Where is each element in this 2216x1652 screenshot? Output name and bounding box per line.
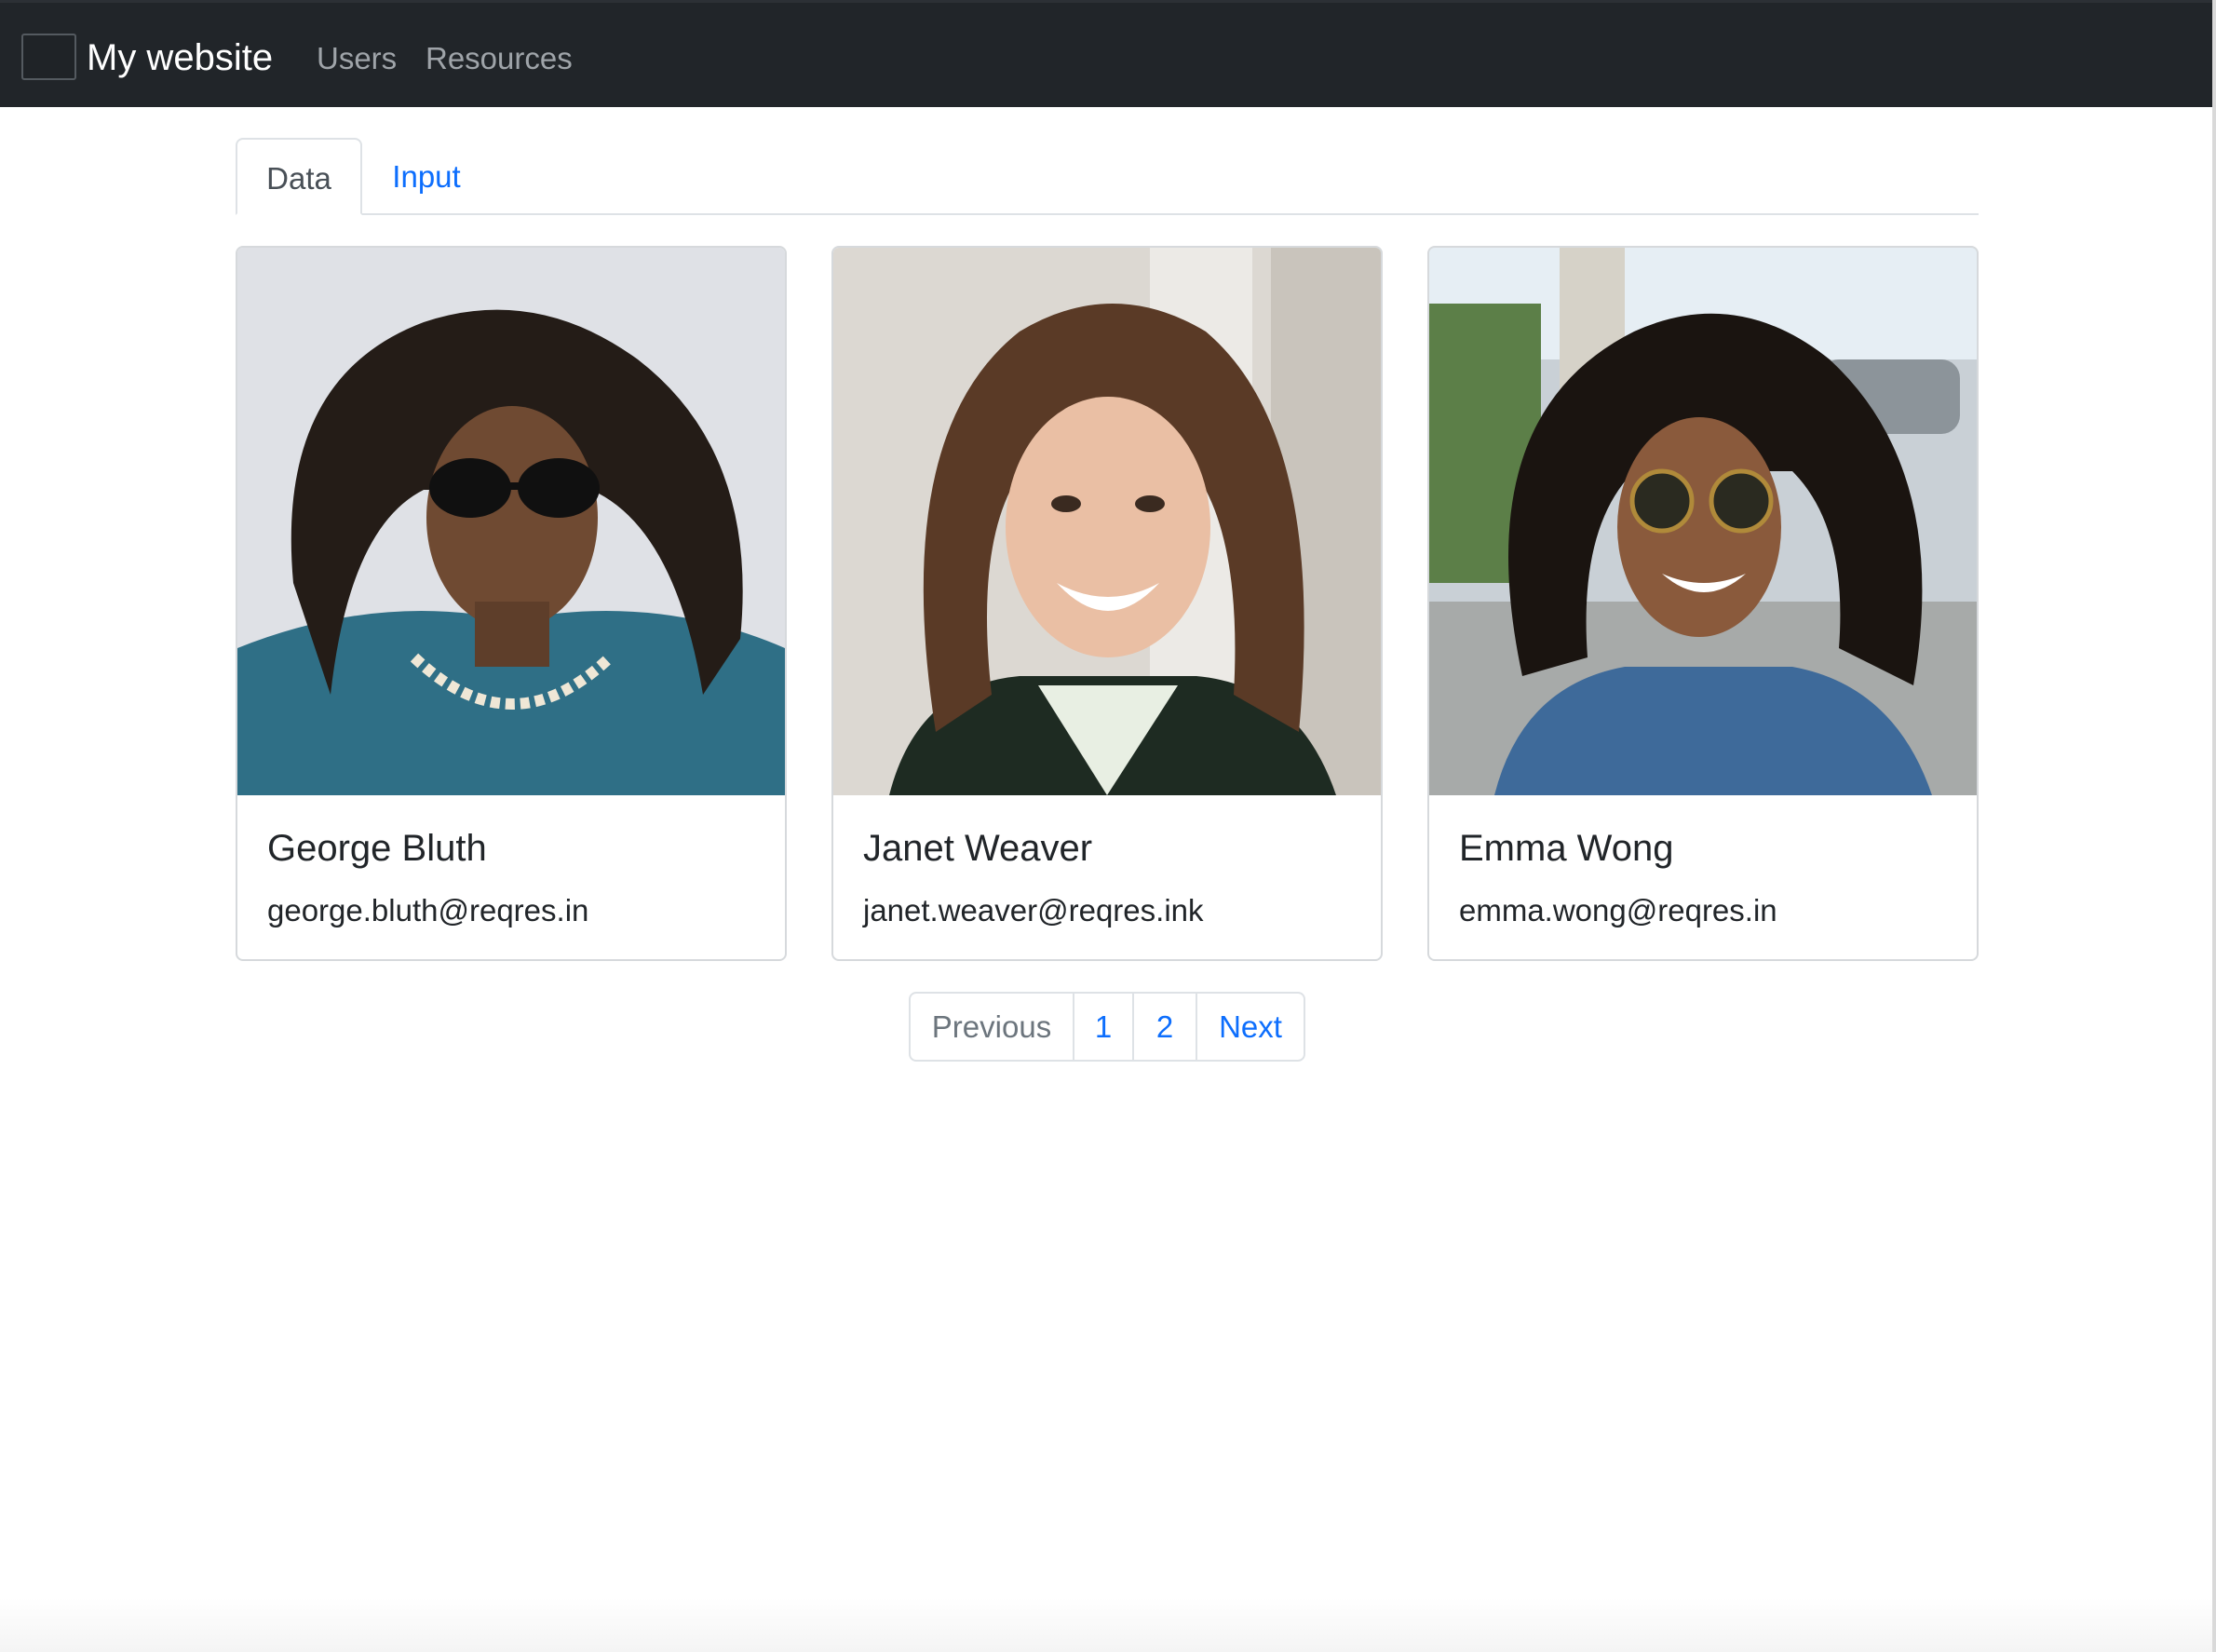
user-card: Janet Weaver janet.weaver@reqres.ink (831, 246, 1383, 961)
user-name: Janet Weaver (863, 828, 1093, 869)
user-photo (833, 248, 1381, 795)
previous-page-button[interactable]: Previous (911, 994, 1073, 1060)
page-2-button[interactable]: 2 (1132, 994, 1196, 1060)
tab-input[interactable]: Input (362, 138, 491, 215)
user-email: emma.wong@reqres.in (1459, 893, 1777, 928)
tab-data[interactable]: Data (236, 138, 362, 215)
user-name: Emma Wong (1459, 828, 1674, 869)
top-navbar: My website Users Resources (0, 0, 2214, 107)
nav-link-resources[interactable]: Resources (426, 38, 573, 79)
user-card: George Bluth george.bluth@reqres.in (236, 246, 787, 961)
tab-bar: Data Input (236, 138, 1979, 215)
logo-placeholder-icon[interactable] (21, 34, 76, 80)
user-photo (1429, 248, 1977, 795)
user-email: george.bluth@reqres.in (267, 893, 589, 928)
pagination: Previous 1 2 Next (909, 992, 1305, 1062)
user-photo (237, 248, 785, 795)
brand-link[interactable]: My website (87, 34, 273, 82)
nav-link-users[interactable]: Users (317, 38, 397, 79)
next-page-button[interactable]: Next (1196, 994, 1304, 1060)
user-name: George Bluth (267, 828, 487, 869)
user-email: janet.weaver@reqres.ink (863, 893, 1204, 928)
window-right-edge (2212, 0, 2216, 1652)
window-bottom-edge (0, 1598, 2216, 1652)
user-card: Emma Wong emma.wong@reqres.in (1427, 246, 1979, 961)
page-1-button[interactable]: 1 (1073, 994, 1132, 1060)
